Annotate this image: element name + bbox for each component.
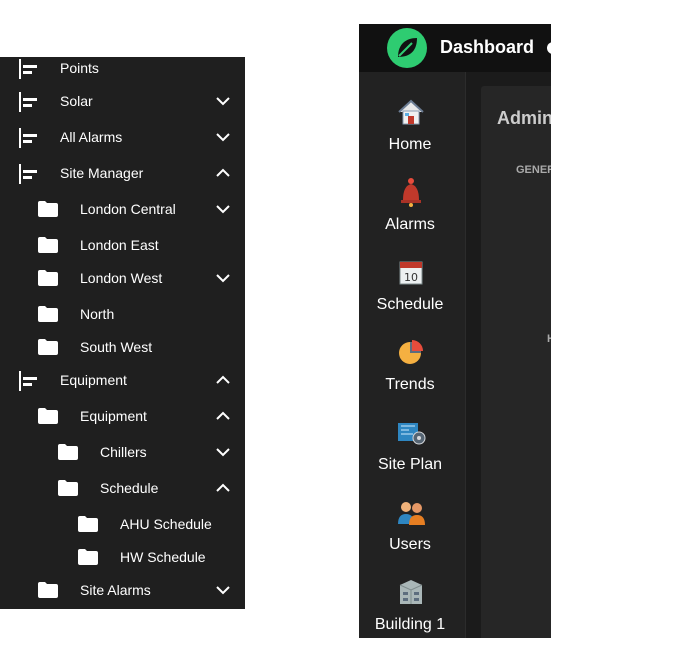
nav-item-label: Site Plan bbox=[377, 456, 443, 473]
tree-item-label: London West bbox=[80, 270, 163, 286]
alarm-bell-icon bbox=[395, 176, 427, 208]
chevron-down-icon[interactable] bbox=[215, 130, 231, 144]
navigation-tree: Points Solar All Alarms Site Manager London … bbox=[0, 57, 245, 609]
folder-icon bbox=[37, 200, 59, 221]
nav-item-label: Users bbox=[389, 536, 431, 553]
tree-item-label: South West bbox=[80, 339, 153, 355]
list-icon bbox=[17, 59, 39, 82]
pie-chart-icon bbox=[395, 336, 427, 368]
side-navigation: Home Alarms 10 Schedule Trends Site Plan Users… bbox=[359, 72, 466, 638]
nav-item-site-plan[interactable]: Site Plan bbox=[359, 416, 465, 496]
tree-item[interactable]: North bbox=[0, 297, 245, 331]
page-title: Admin bbox=[497, 108, 551, 128]
folder-icon bbox=[37, 407, 59, 428]
nav-item-home[interactable]: Home bbox=[359, 96, 465, 176]
app-title: Dashboard bbox=[440, 37, 535, 57]
nav-item-label: Alarms bbox=[385, 216, 435, 233]
chevron-down-icon[interactable] bbox=[215, 94, 231, 108]
home-icon bbox=[395, 96, 427, 128]
tree-item-label: All Alarms bbox=[60, 129, 123, 145]
tree-item-label: Equipment bbox=[80, 408, 147, 424]
folder-icon bbox=[37, 338, 59, 359]
tree-item-label: North bbox=[80, 306, 115, 322]
chevron-up-icon[interactable] bbox=[215, 373, 231, 387]
chevron-up-icon[interactable] bbox=[215, 481, 231, 495]
tree-item[interactable]: Site Manager bbox=[0, 156, 245, 190]
chevron-down-icon[interactable] bbox=[215, 583, 231, 597]
tree-item-label: Site Alarms bbox=[80, 582, 151, 598]
folder-icon bbox=[37, 581, 59, 602]
section-label: H bbox=[547, 333, 551, 345]
tree-item[interactable]: London Central bbox=[0, 192, 245, 226]
folder-icon bbox=[37, 305, 59, 326]
building-icon bbox=[395, 576, 427, 608]
tree-item-label: London Central bbox=[80, 201, 176, 217]
admin-panel: Admin GENER H bbox=[481, 86, 551, 638]
nav-item-label: Schedule bbox=[376, 296, 444, 313]
nav-item-label: Home bbox=[388, 136, 432, 153]
nav-item-schedule[interactable]: 10 Schedule bbox=[359, 256, 465, 336]
tree-item[interactable]: Site Alarms bbox=[0, 573, 245, 607]
tree-item-label: Site Manager bbox=[60, 165, 144, 181]
tree-item[interactable]: London West bbox=[0, 261, 245, 295]
tree-item[interactable]: Schedule bbox=[0, 471, 245, 505]
tree-item-label: Equipment bbox=[60, 372, 127, 388]
list-icon bbox=[17, 92, 39, 115]
tree-item[interactable]: Chillers bbox=[0, 435, 245, 469]
blueprint-icon bbox=[395, 416, 427, 448]
tree-item[interactable]: HW Schedule bbox=[0, 540, 245, 574]
tree-item[interactable]: South West bbox=[0, 330, 245, 364]
nav-item-alarms[interactable]: Alarms bbox=[359, 176, 465, 256]
nav-item-building-1[interactable]: Building 1 bbox=[359, 576, 465, 638]
tree-item-label: London East bbox=[80, 237, 159, 253]
chevron-down-icon[interactable] bbox=[215, 202, 231, 216]
tree-item-label: HW Schedule bbox=[120, 549, 206, 565]
nav-item-label: Trends bbox=[385, 376, 435, 393]
users-icon bbox=[395, 496, 427, 528]
tree-item-label: Points bbox=[60, 60, 99, 76]
tree-item-label: Chillers bbox=[100, 444, 147, 460]
tree-item[interactable]: Solar bbox=[0, 84, 245, 118]
tree-item[interactable]: Equipment bbox=[0, 363, 245, 397]
folder-icon bbox=[37, 269, 59, 290]
chevron-down-icon[interactable] bbox=[215, 271, 231, 285]
nav-item-trends[interactable]: Trends bbox=[359, 336, 465, 416]
tree-item[interactable]: London East bbox=[0, 228, 245, 262]
svg-text:10: 10 bbox=[404, 271, 418, 284]
folder-icon bbox=[77, 515, 99, 536]
nav-item-users[interactable]: Users bbox=[359, 496, 465, 576]
tree-item-label: Schedule bbox=[100, 480, 159, 496]
folder-icon bbox=[57, 479, 79, 500]
folder-icon bbox=[57, 443, 79, 464]
tree-item-label: Solar bbox=[60, 93, 93, 109]
tree-item[interactable]: All Alarms bbox=[0, 120, 245, 154]
tree-item[interactable]: AHU Schedule bbox=[0, 507, 245, 541]
calendar-icon: 10 bbox=[395, 256, 427, 288]
list-icon bbox=[17, 164, 39, 187]
dashboard-window: Dashboard Home Alarms 10 Schedule Trends Site… bbox=[359, 24, 551, 638]
tree-item[interactable]: Equipment bbox=[0, 399, 245, 433]
chevron-up-icon[interactable] bbox=[215, 166, 231, 180]
tree-item[interactable]: Points bbox=[0, 51, 245, 85]
tab-general[interactable]: GENER bbox=[516, 164, 551, 176]
folder-icon bbox=[77, 548, 99, 569]
user-avatar[interactable] bbox=[547, 42, 551, 54]
folder-icon bbox=[37, 236, 59, 257]
chevron-up-icon[interactable] bbox=[215, 409, 231, 423]
list-icon bbox=[17, 128, 39, 151]
nav-item-label: Building 1 bbox=[374, 616, 446, 633]
tree-item-label: AHU Schedule bbox=[120, 516, 212, 532]
leaf-logo-icon[interactable] bbox=[386, 27, 428, 69]
chevron-down-icon[interactable] bbox=[215, 445, 231, 459]
list-icon bbox=[17, 371, 39, 394]
top-bar: Dashboard bbox=[359, 24, 551, 72]
